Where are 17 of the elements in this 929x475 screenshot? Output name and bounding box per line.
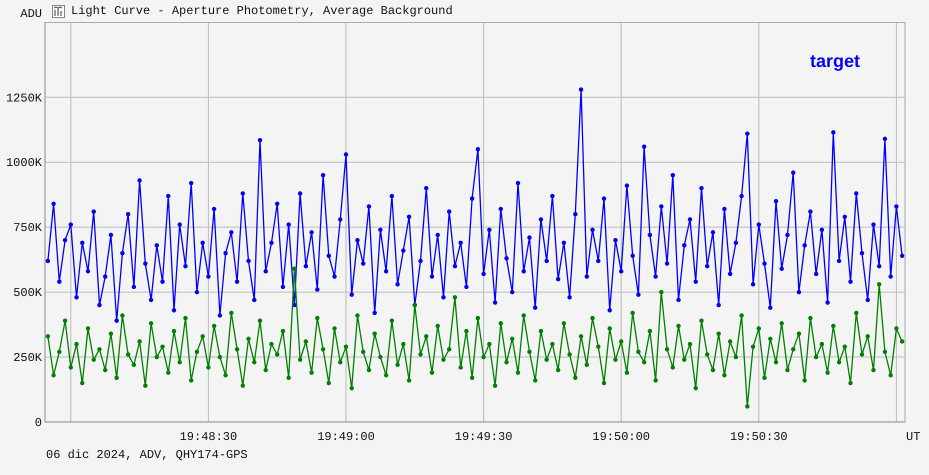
- chart-icon: [52, 4, 65, 18]
- x-tick-label: 19:49:00: [317, 430, 375, 442]
- window-title: Light Curve - Aperture Photometry, Average Background: [71, 4, 453, 18]
- y-tick-label: 0: [34, 416, 42, 430]
- y-tick-label: 1250K: [6, 91, 42, 106]
- x-tick-label: 19:48:30: [180, 430, 238, 442]
- x-tick-label: 19:50:00: [592, 430, 650, 442]
- y-tick-label: 500K: [13, 286, 42, 300]
- y-axis-title: ADU: [19, 6, 42, 21]
- legend-label: target: [810, 51, 860, 71]
- y-tick-label: 250K: [13, 351, 42, 366]
- y-tick-label: 750K: [13, 221, 42, 236]
- x-axis-title: UT: [906, 430, 920, 442]
- y-tick-label: 1000K: [6, 156, 42, 170]
- x-tick-label: 19:50:30: [730, 430, 788, 442]
- footer-text: 06 dic 2024, ADV, QHY174-GPS: [46, 448, 248, 462]
- x-tick-label: 19:49:30: [454, 430, 512, 442]
